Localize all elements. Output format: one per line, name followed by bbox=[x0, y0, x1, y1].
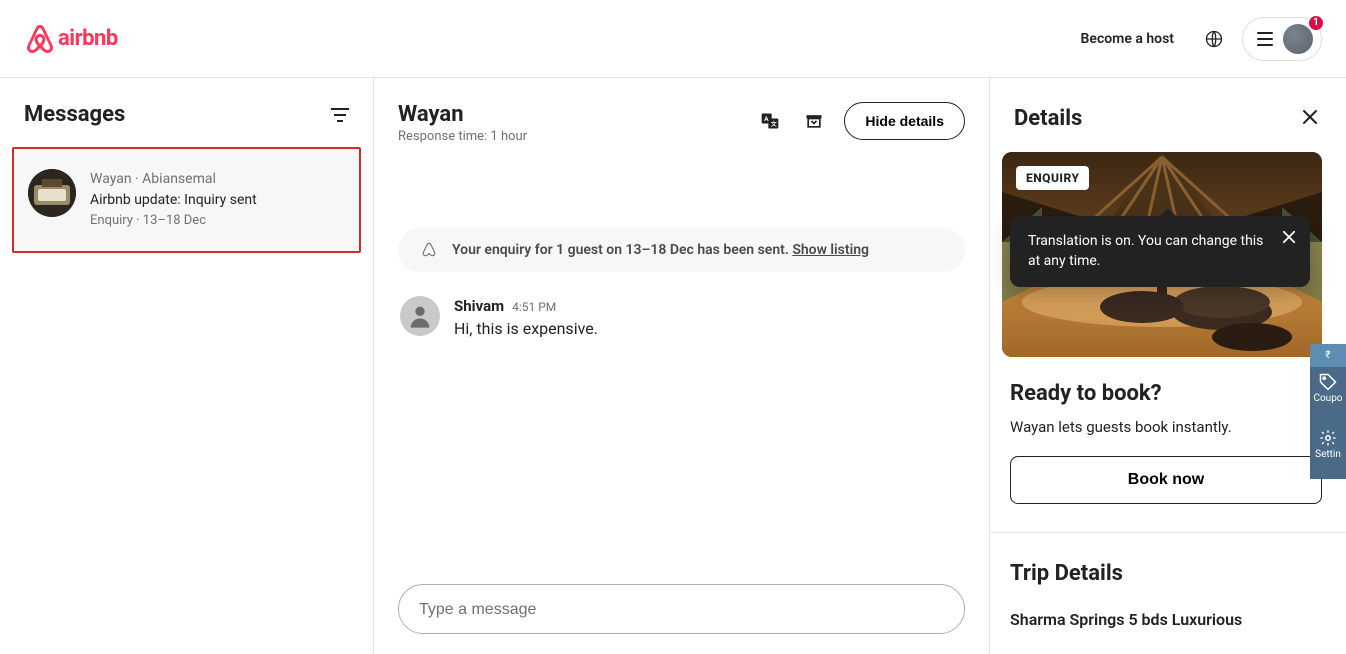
trip-details-title: Trip Details bbox=[1010, 561, 1322, 586]
svg-text:文: 文 bbox=[771, 120, 777, 128]
message-text: Hi, this is expensive. bbox=[454, 319, 598, 338]
tooltip-close-button[interactable] bbox=[1282, 230, 1296, 251]
person-icon bbox=[406, 302, 434, 330]
settings-tab[interactable]: Settin bbox=[1310, 423, 1346, 479]
enquiry-banner: Your enquiry for 1 guest on 13–18 Dec ha… bbox=[398, 228, 965, 272]
edge-tabs: ₹ Coupo Settin bbox=[1310, 344, 1346, 479]
airbnb-logo-icon bbox=[24, 23, 56, 55]
conversation-actions: A 文 Hide details bbox=[756, 102, 965, 140]
translate-button[interactable]: A 文 bbox=[756, 107, 784, 135]
archive-icon bbox=[804, 111, 824, 131]
header-right: Become a host 1 bbox=[1069, 17, 1322, 61]
show-listing-link[interactable]: Show listing bbox=[792, 242, 869, 258]
compose-input[interactable] bbox=[419, 601, 944, 619]
become-host-link[interactable]: Become a host bbox=[1069, 19, 1186, 59]
enquiry-tag: ENQUIRY bbox=[1016, 166, 1089, 190]
svg-text:A: A bbox=[765, 115, 770, 123]
translation-tooltip: Translation is on. You can change this a… bbox=[1010, 216, 1310, 287]
notification-badge: 1 bbox=[1307, 14, 1325, 32]
coupon-label: Coupo bbox=[1313, 393, 1342, 404]
gear-icon bbox=[1319, 429, 1337, 447]
thread-text: Wayan · Abiansemal Airbnb update: Inquir… bbox=[90, 169, 257, 231]
conversation-pane: Wayan Response time: 1 hour A 文 bbox=[374, 78, 990, 654]
airbnb-logo[interactable]: airbnb bbox=[24, 23, 118, 55]
details-header: Details bbox=[990, 102, 1346, 152]
hide-details-button[interactable]: Hide details bbox=[844, 102, 965, 140]
language-button[interactable] bbox=[1194, 19, 1234, 59]
translate-icon: A 文 bbox=[760, 111, 780, 131]
settings-label: Settin bbox=[1315, 449, 1341, 460]
close-icon bbox=[1282, 230, 1296, 244]
filter-button[interactable] bbox=[331, 108, 349, 122]
hamburger-icon bbox=[1257, 32, 1273, 46]
conversation-title-block: Wayan Response time: 1 hour bbox=[398, 102, 527, 144]
ready-to-book-section: Ready to book? Wayan lets guests book in… bbox=[990, 357, 1346, 533]
enquiry-text: Your enquiry for 1 guest on 13–18 Dec ha… bbox=[452, 242, 789, 258]
ready-text: Wayan lets guests book instantly. bbox=[1010, 418, 1322, 436]
message-body: Shivam 4:51 PM Hi, this is expensive. bbox=[454, 296, 598, 338]
sender-name: Shivam bbox=[454, 297, 504, 315]
messages-title: Messages bbox=[24, 102, 125, 127]
sender-avatar bbox=[400, 296, 440, 336]
thread-line1: Wayan · Abiansemal bbox=[90, 169, 257, 190]
coupon-tab[interactable]: Coupo bbox=[1310, 367, 1346, 423]
currency-tab[interactable]: ₹ bbox=[1310, 344, 1346, 367]
thread-line3: Enquiry · 13–18 Dec bbox=[90, 211, 257, 231]
messages-sidebar: Messages Wayan · Abiansemal Airbnb updat… bbox=[0, 78, 374, 654]
book-now-button[interactable]: Book now bbox=[1010, 456, 1322, 504]
messages-header: Messages bbox=[0, 102, 373, 147]
ready-title: Ready to book? bbox=[1010, 381, 1322, 406]
close-icon bbox=[1302, 109, 1318, 125]
brand-text: airbnb bbox=[58, 26, 118, 51]
thread-line2: Airbnb update: Inquiry sent bbox=[90, 190, 257, 211]
host-name: Wayan bbox=[398, 102, 527, 127]
listing-name: Sharma Springs 5 bds Luxurious bbox=[1010, 610, 1322, 629]
details-close-button[interactable] bbox=[1298, 102, 1322, 134]
header: airbnb Become a host 1 bbox=[0, 0, 1346, 78]
globe-icon bbox=[1205, 30, 1223, 48]
response-time: Response time: 1 hour bbox=[398, 129, 527, 144]
rupee-icon: ₹ bbox=[1325, 350, 1330, 361]
message-row: Shivam 4:51 PM Hi, this is expensive. bbox=[398, 296, 965, 338]
conversation-header: Wayan Response time: 1 hour A 文 bbox=[398, 102, 965, 144]
message-thread-item[interactable]: Wayan · Abiansemal Airbnb update: Inquir… bbox=[12, 147, 361, 253]
main: Messages Wayan · Abiansemal Airbnb updat… bbox=[0, 78, 1346, 654]
archive-button[interactable] bbox=[800, 107, 828, 135]
thread-thumbnail bbox=[28, 169, 76, 217]
trip-details-section: Trip Details Sharma Springs 5 bds Luxuri… bbox=[990, 533, 1346, 629]
tooltip-text: Translation is on. You can change this a… bbox=[1028, 233, 1263, 269]
details-pane: Details bbox=[990, 78, 1346, 654]
airbnb-small-icon bbox=[420, 241, 438, 259]
user-menu[interactable]: 1 bbox=[1242, 17, 1322, 61]
message-time: 4:51 PM bbox=[512, 300, 556, 314]
compose-box[interactable] bbox=[398, 584, 965, 634]
details-title: Details bbox=[1014, 106, 1082, 131]
tag-icon bbox=[1319, 373, 1337, 391]
